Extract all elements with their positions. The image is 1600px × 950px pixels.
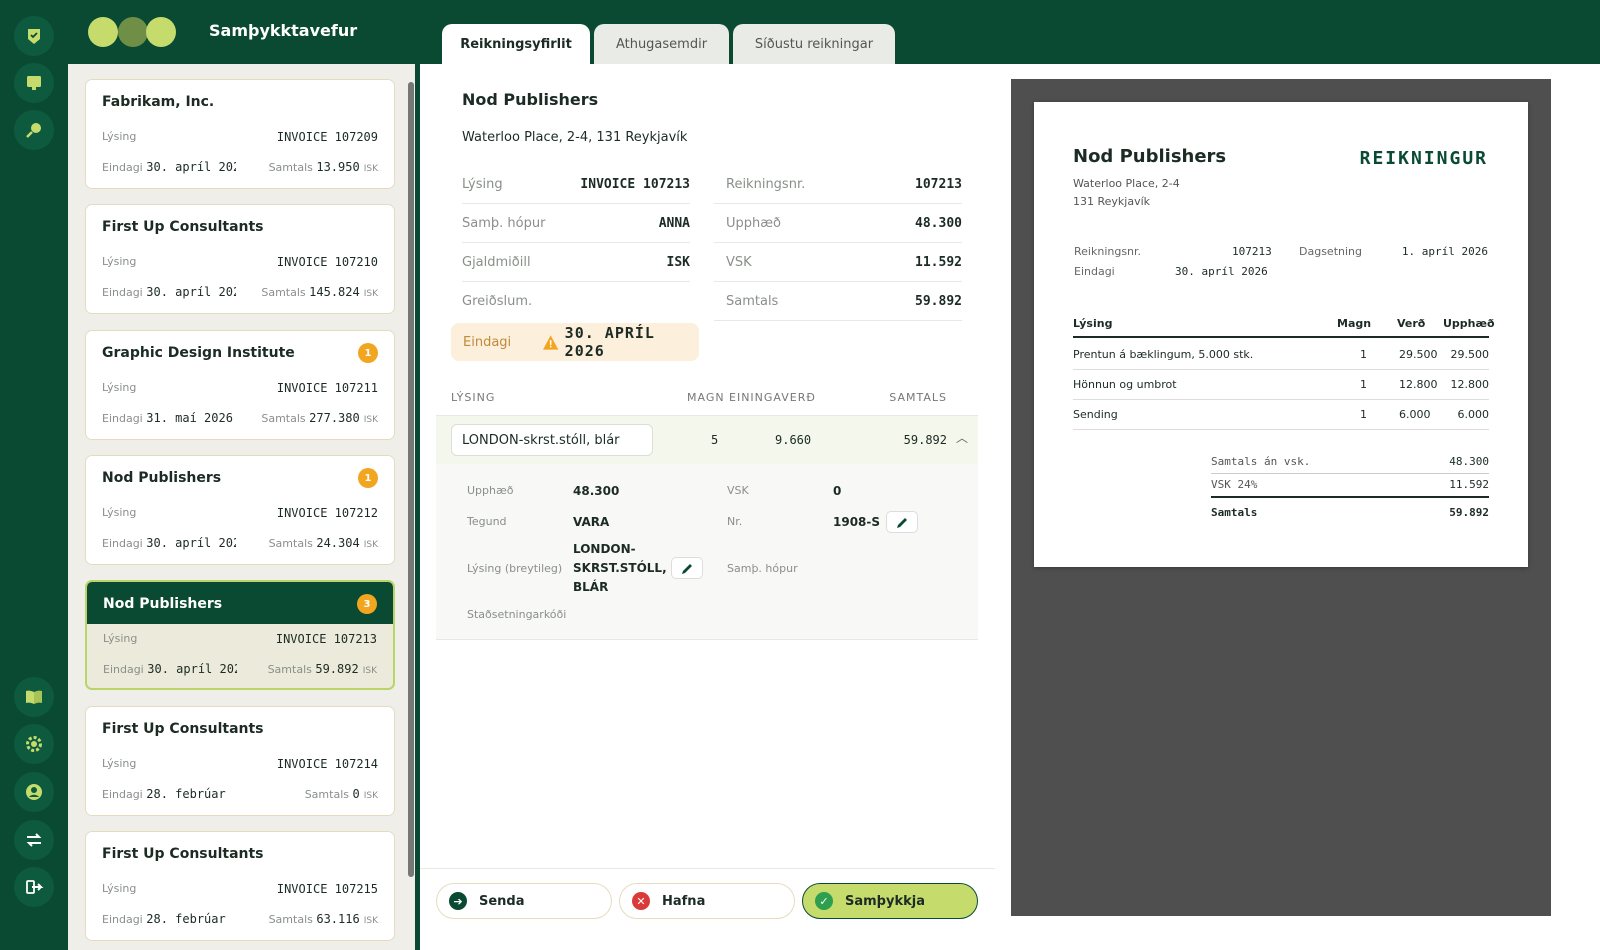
invoice-due-row: Eindagi 28. febrúar Samtals 0 ISK bbox=[102, 787, 378, 801]
invoice-description-row: Lýsing INVOICE 107213 bbox=[103, 632, 377, 646]
invoice-vendor: Fabrikam, Inc. bbox=[102, 94, 215, 110]
approve-button[interactable]: ✓ Samþykkja bbox=[802, 883, 978, 919]
field-payment-method: Greiðslum. bbox=[462, 294, 533, 309]
field-amount: Upphæð 48.300 bbox=[714, 204, 962, 243]
invoice-card-header: Graphic Design Institute 1 bbox=[86, 331, 394, 373]
user-icon[interactable] bbox=[14, 772, 54, 812]
field-approval-group: Samþ. hópur ANNA bbox=[462, 204, 690, 243]
action-bar: ➔ Senda ✕ Hafna ✓ Samþykkja bbox=[420, 868, 995, 950]
invoice-vendor: First Up Consultants bbox=[102, 219, 264, 235]
line-description-input[interactable] bbox=[451, 424, 653, 456]
detail-vendor: Nod Publishers bbox=[462, 90, 599, 109]
detail-address: Waterloo Place, 2-4, 131 Reykjavík bbox=[462, 130, 688, 145]
reject-button[interactable]: ✕ Hafna bbox=[619, 883, 795, 919]
search-icon[interactable] bbox=[14, 110, 54, 150]
doc-address-2: 131 Reykjavík bbox=[1073, 195, 1151, 208]
pencil-icon bbox=[681, 563, 692, 574]
invoice-card[interactable]: First Up Consultants Lýsing INVOICE 107215… bbox=[85, 831, 395, 941]
invoice-card-header: First Up Consultants bbox=[86, 205, 394, 247]
gear-icon[interactable] bbox=[14, 724, 54, 764]
invoice-vendor: Nod Publishers bbox=[102, 470, 222, 486]
list-scrollbar-thumb[interactable] bbox=[408, 82, 414, 877]
doc-address-1: Waterloo Place, 2-4 bbox=[1073, 177, 1180, 190]
chevron-up-icon[interactable]: ︿ bbox=[956, 429, 968, 446]
icon-rail bbox=[0, 0, 68, 950]
edit-nr-button[interactable] bbox=[886, 511, 918, 533]
field-vat: VSK 11.592 bbox=[714, 243, 962, 282]
invoice-description-row: Lýsing INVOICE 107215 bbox=[102, 882, 378, 896]
doc-heading: REIKNINGUR bbox=[1359, 148, 1488, 169]
document-canvas[interactable]: Nod Publishers REIKNINGUR Waterloo Place… bbox=[1011, 79, 1551, 916]
document-viewer: Nod Publishers REIKNINGUR Waterloo Place… bbox=[995, 64, 1600, 950]
invoice-due-row: Eindagi 30. apríl 2026Samtals 59.892ISK bbox=[103, 662, 377, 676]
warning-icon bbox=[543, 334, 559, 350]
invoice-detail: Nod Publishers Waterloo Place, 2-4, 131 … bbox=[420, 64, 995, 950]
invoice-due-row: Eindagi 30. apríl 2026Samtals 24.304ISK bbox=[102, 536, 378, 550]
pencil-icon bbox=[896, 517, 907, 528]
invoice-due-row: Eindagi 30. apríl 2026Samtals 145.824ISK bbox=[102, 285, 378, 299]
comment-count-badge: 1 bbox=[358, 343, 378, 363]
field-currency: Gjaldmiðill ISK bbox=[462, 243, 690, 282]
invoice-document: Nod Publishers REIKNINGUR Waterloo Place… bbox=[1034, 102, 1528, 567]
field-description: Lýsing INVOICE 107213 bbox=[462, 165, 690, 204]
line-qty: 5 bbox=[711, 433, 719, 447]
inbox-icon[interactable] bbox=[14, 63, 54, 103]
doc-vendor: Nod Publishers bbox=[1073, 146, 1227, 167]
invoice-card-header: Nod Publishers 1 bbox=[86, 456, 394, 498]
edit-description-button[interactable] bbox=[671, 557, 703, 579]
check-icon: ✓ bbox=[815, 892, 833, 910]
close-icon: ✕ bbox=[632, 892, 650, 910]
invoice-description-row: Lýsing INVOICE 107212 bbox=[102, 506, 378, 520]
tab-invoice-overview[interactable]: Reikningsyfirlit bbox=[442, 24, 590, 64]
invoice-card-header: Nod Publishers 3 bbox=[87, 582, 393, 624]
book-icon[interactable] bbox=[14, 677, 54, 717]
comment-count-badge: 1 bbox=[358, 468, 378, 488]
field-invoice-number: Reikningsnr. 107213 bbox=[714, 165, 962, 204]
line-unit-price: 9.660 bbox=[775, 433, 812, 447]
invoice-card[interactable]: First Up Consultants Lýsing INVOICE 107214… bbox=[85, 706, 395, 816]
invoice-due-row: Eindagi 28. febrúar Samtals 63.116 ISK bbox=[102, 912, 378, 926]
invoice-card[interactable]: Nod Publishers 1 Lýsing INVOICE 107212 Einda… bbox=[85, 455, 395, 565]
invoice-list: Fabrikam, Inc. Lýsing INVOICE 107209 Eindag… bbox=[68, 64, 415, 950]
invoice-vendor: Graphic Design Institute bbox=[102, 345, 295, 361]
line-total: 59.892 bbox=[903, 433, 947, 447]
invoice-card-header: First Up Consultants bbox=[86, 832, 394, 874]
field-total: Samtals 59.892 bbox=[714, 282, 962, 321]
tab-bar: Reikningsyfirlit Athugasemdir Síðustu re… bbox=[442, 24, 895, 64]
invoice-description-row: Lýsing INVOICE 107214 bbox=[102, 757, 378, 771]
arrow-right-icon: ➔ bbox=[449, 892, 467, 910]
invoice-description-row: Lýsing INVOICE 107209 bbox=[102, 130, 378, 144]
invoice-card-header: Fabrikam, Inc. bbox=[86, 80, 394, 122]
tab-recent-invoices[interactable]: Síðustu reikningar bbox=[733, 24, 895, 64]
invoice-card-header: First Up Consultants bbox=[86, 707, 394, 749]
invoice-description-row: Lýsing INVOICE 107211 bbox=[102, 381, 378, 395]
invoice-due-row: Eindagi 30. apríl 2026Samtals 13.950ISK bbox=[102, 160, 378, 174]
logout-icon[interactable] bbox=[14, 867, 54, 907]
invoice-line-row[interactable]: 5 9.660 59.892 ︿ bbox=[436, 416, 978, 464]
invoice-vendor: Nod Publishers bbox=[103, 596, 223, 612]
swap-icon[interactable] bbox=[14, 820, 54, 860]
invoice-card[interactable]: Nod Publishers 3 Lýsing INVOICE 107213 Einda… bbox=[85, 580, 395, 690]
invoice-vendor: First Up Consultants bbox=[102, 721, 264, 737]
comment-count-badge: 3 bbox=[357, 594, 377, 614]
due-date-warning: Eindagi 30. APRÍL 2026 bbox=[451, 323, 699, 361]
line-detail-panel: Upphæð 48.300 VSK 0 Tegund VARA Nr. 1908… bbox=[436, 464, 978, 640]
lines-header: LÝSING MAGN EININGAVERÐ SAMTALS bbox=[436, 376, 978, 416]
invoice-card[interactable]: First Up Consultants Lýsing INVOICE 107210… bbox=[85, 204, 395, 314]
invoice-vendor: First Up Consultants bbox=[102, 846, 264, 862]
invoice-card[interactable]: Fabrikam, Inc. Lýsing INVOICE 107209 Eindag… bbox=[85, 79, 395, 189]
app-name: Samþykktavefur bbox=[209, 21, 358, 40]
invoice-description-row: Lýsing INVOICE 107210 bbox=[102, 255, 378, 269]
approvals-icon[interactable] bbox=[14, 16, 54, 56]
send-button[interactable]: ➔ Senda bbox=[436, 883, 612, 919]
invoice-card[interactable]: Graphic Design Institute 1 Lýsing INVOICE 1… bbox=[85, 330, 395, 440]
tab-comments[interactable]: Athugasemdir bbox=[594, 24, 729, 64]
invoice-due-row: Eindagi 31. maí 2026 Samtals 277.380 ISK bbox=[102, 411, 378, 425]
